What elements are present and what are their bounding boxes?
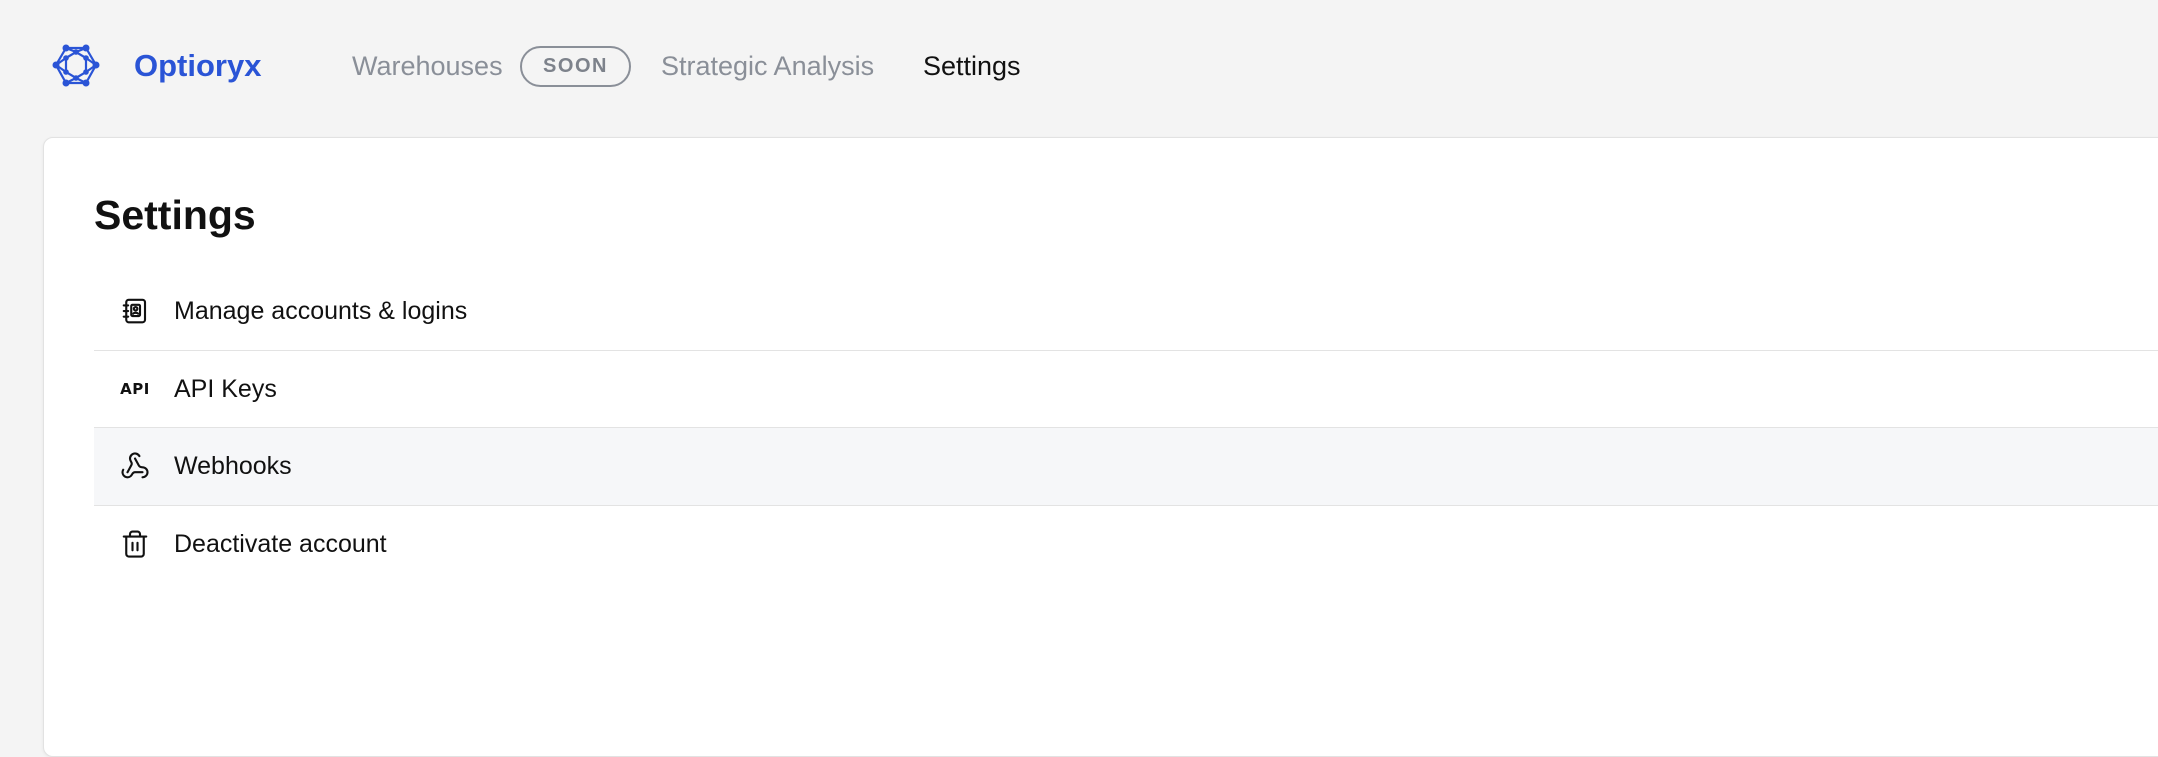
top-navigation-bar: Optioryx Warehouses SOON Strategic Analy… bbox=[0, 0, 2158, 132]
webhook-icon bbox=[118, 449, 152, 483]
api-icon-text: API bbox=[120, 379, 150, 398]
settings-item-deactivate-account[interactable]: Deactivate account bbox=[94, 506, 2158, 584]
settings-card: Settings Manage accounts & logins API AP… bbox=[43, 137, 2158, 757]
settings-item-api-keys[interactable]: API API Keys bbox=[94, 351, 2158, 428]
nav-strategic-analysis[interactable]: Strategic Analysis bbox=[661, 48, 874, 84]
api-icon: API bbox=[118, 372, 152, 406]
settings-item-label: API Keys bbox=[174, 374, 277, 403]
address-book-icon bbox=[118, 294, 152, 328]
hexagon-network-logo-icon[interactable] bbox=[48, 40, 104, 92]
brand-name[interactable]: Optioryx bbox=[134, 46, 261, 86]
trash-icon bbox=[118, 527, 152, 561]
settings-list: Manage accounts & logins API API Keys We… bbox=[94, 273, 2158, 583]
page-title: Settings bbox=[94, 192, 256, 238]
settings-item-manage-accounts[interactable]: Manage accounts & logins bbox=[94, 273, 2158, 351]
settings-item-label: Deactivate account bbox=[174, 530, 387, 559]
soon-badge: SOON bbox=[520, 46, 631, 87]
settings-item-label: Manage accounts & logins bbox=[174, 297, 468, 326]
nav-warehouses[interactable]: Warehouses bbox=[352, 48, 503, 84]
settings-item-label: Webhooks bbox=[174, 452, 292, 481]
nav-settings[interactable]: Settings bbox=[923, 48, 1021, 84]
settings-item-webhooks[interactable]: Webhooks bbox=[94, 428, 2158, 506]
